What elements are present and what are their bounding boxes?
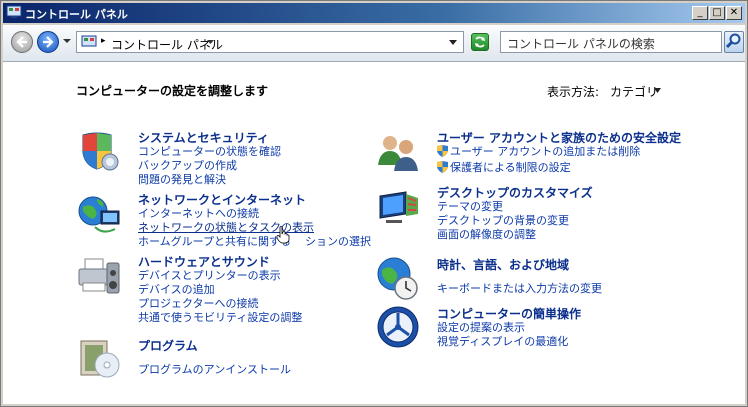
clock-globe-icon[interactable] (376, 256, 422, 302)
page-heading: コンピューターの設定を調整します (76, 84, 269, 98)
link-find-fix-problems[interactable]: 問題の発見と解決 (138, 171, 226, 187)
link-add-remove-user-text: ユーザー アカウントの追加または削除 (450, 145, 641, 158)
refresh-icon (475, 36, 485, 48)
view-by-dropdown[interactable]: カテゴリ (610, 83, 658, 100)
link-parental-controls[interactable]: 保護者による制限の設定 (437, 159, 571, 175)
link-optimize-display[interactable]: 視覚ディスプレイの最適化 (437, 333, 568, 349)
control-panel-icon (81, 35, 97, 47)
minimize-button[interactable]: _ (692, 6, 708, 20)
back-button[interactable] (11, 31, 33, 53)
view-by-chevron-down-icon[interactable] (654, 88, 661, 93)
hand-cursor-icon (276, 226, 290, 244)
address-history-dropdown-icon[interactable] (449, 40, 457, 45)
title-bar[interactable]: コントロール パネル _ □ ✕ (3, 3, 745, 23)
breadcrumb-separator-icon[interactable]: ▸ (101, 36, 106, 46)
security-shield-icon[interactable] (77, 129, 123, 175)
navigation-bar: ▸ コントロール パネル コントロール パネルの検索 (3, 25, 745, 62)
search-button[interactable] (724, 31, 744, 53)
content-pane: コンピューターの設定を調整します 表示方法: カテゴリ システムとセキュリティ … (3, 62, 745, 404)
ease-of-access-icon[interactable] (376, 305, 422, 351)
link-change-keyboard[interactable]: キーボードまたは入力方法の変更 (437, 280, 602, 296)
network-globe-icon[interactable] (77, 191, 123, 237)
refresh-button[interactable] (471, 33, 489, 51)
uac-shield-icon (437, 145, 448, 157)
forward-button[interactable] (37, 31, 59, 53)
link-parental-controls-text: 保護者による制限の設定 (450, 161, 571, 174)
category-title-programs[interactable]: プログラム (138, 337, 198, 354)
link-uninstall-program[interactable]: プログラムのアンインストール (138, 361, 291, 377)
maximize-button[interactable]: □ (709, 6, 725, 20)
link-homegroup-sharing[interactable]: ホームグループと共有に関する ションの選択 (138, 233, 371, 249)
desktop-personalization-icon[interactable] (376, 184, 422, 230)
link-add-remove-user[interactable]: ユーザー アカウントの追加または削除 (437, 143, 640, 159)
window-title: コントロール パネル (25, 8, 128, 21)
link-adjust-resolution[interactable]: 画面の解像度の調整 (437, 226, 536, 242)
view-by-label: 表示方法: (547, 85, 600, 99)
chevron-down-icon[interactable] (207, 40, 214, 45)
search-icon (725, 33, 741, 49)
control-panel-window: コントロール パネル _ □ ✕ ▸ コントロール パネル コントロール パネル… (0, 0, 748, 407)
programs-disc-icon[interactable] (77, 337, 123, 383)
control-panel-icon (6, 5, 22, 19)
search-input[interactable]: コントロール パネルの検索 (500, 31, 722, 53)
link-homegroup-sharing-part1: ホームグループと共有に関する (138, 235, 292, 248)
arrow-left-icon (16, 36, 27, 48)
close-button[interactable]: ✕ (726, 6, 742, 20)
link-homegroup-sharing-part2: ションの選択 (305, 235, 372, 248)
address-bar[interactable]: ▸ コントロール パネル (76, 31, 464, 53)
arrow-right-icon (43, 36, 54, 48)
users-icon[interactable] (376, 129, 422, 175)
category-title-clock-language-region[interactable]: 時計、言語、および地域 (437, 256, 569, 273)
uac-shield-icon (437, 161, 448, 173)
link-mobility-settings[interactable]: 共通で使うモビリティ設定の調整 (138, 309, 302, 325)
recent-pages-dropdown-icon[interactable] (63, 37, 71, 45)
printer-icon[interactable] (77, 253, 123, 299)
